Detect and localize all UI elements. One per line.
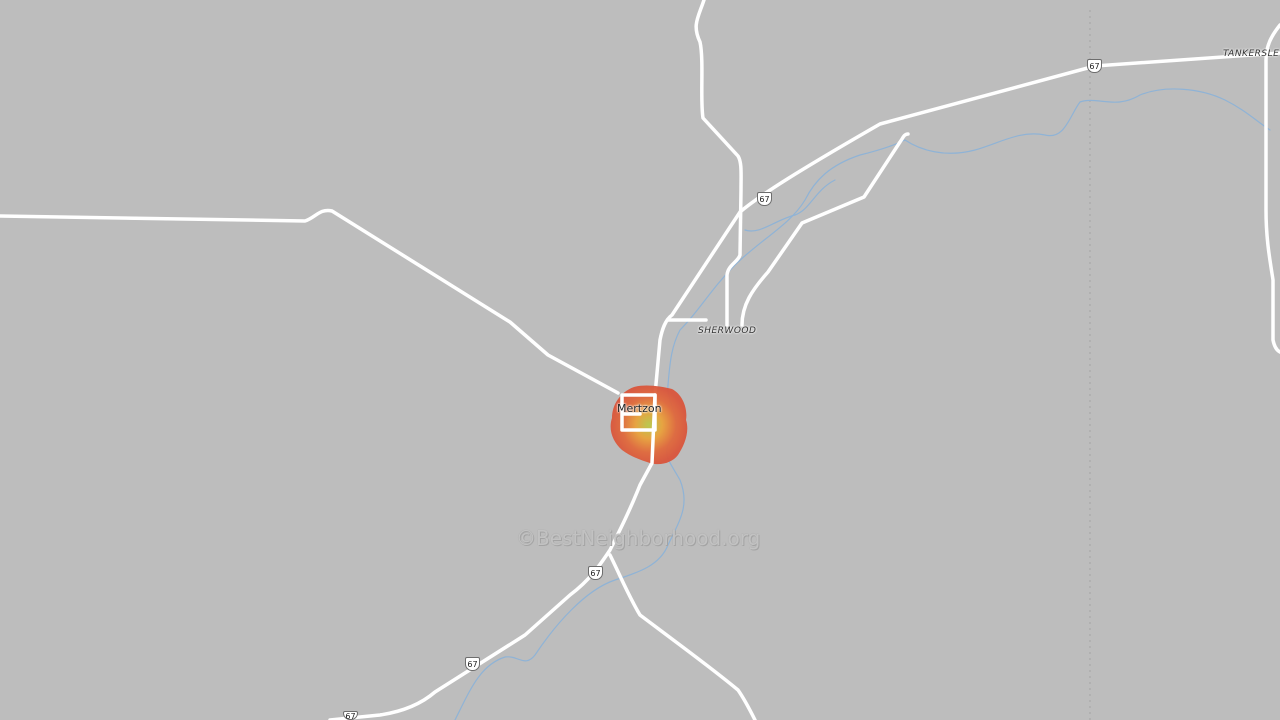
river-main xyxy=(454,88,1271,720)
road-us67-south xyxy=(328,428,654,720)
place-label-mertzon[interactable]: Mertzon xyxy=(617,402,662,415)
map-layer xyxy=(0,0,1280,720)
road-far-east xyxy=(1264,23,1280,354)
place-label-sherwood[interactable]: SHERWOOD xyxy=(698,326,756,336)
road-west xyxy=(0,208,620,395)
us-highway-shield-icon[interactable]: 67 xyxy=(1087,59,1102,73)
road-us67-north xyxy=(653,51,1280,397)
us-highway-shield-icon[interactable]: 67 xyxy=(757,192,772,206)
river-branch xyxy=(744,179,836,232)
road-southeast xyxy=(608,553,757,720)
watermark: ©BestNeighborhood.org xyxy=(516,526,761,550)
place-label-tankersley[interactable]: TANKERSLE xyxy=(1223,49,1279,59)
road-north xyxy=(694,0,743,327)
us-highway-shield-icon[interactable]: 67 xyxy=(588,566,603,580)
road-east-creek xyxy=(740,132,910,327)
us-highway-shield-icon[interactable]: 67 xyxy=(465,657,480,671)
map-canvas[interactable]: Mertzon SHERWOOD TANKERSLE 67 67 67 67 6… xyxy=(0,0,1280,720)
